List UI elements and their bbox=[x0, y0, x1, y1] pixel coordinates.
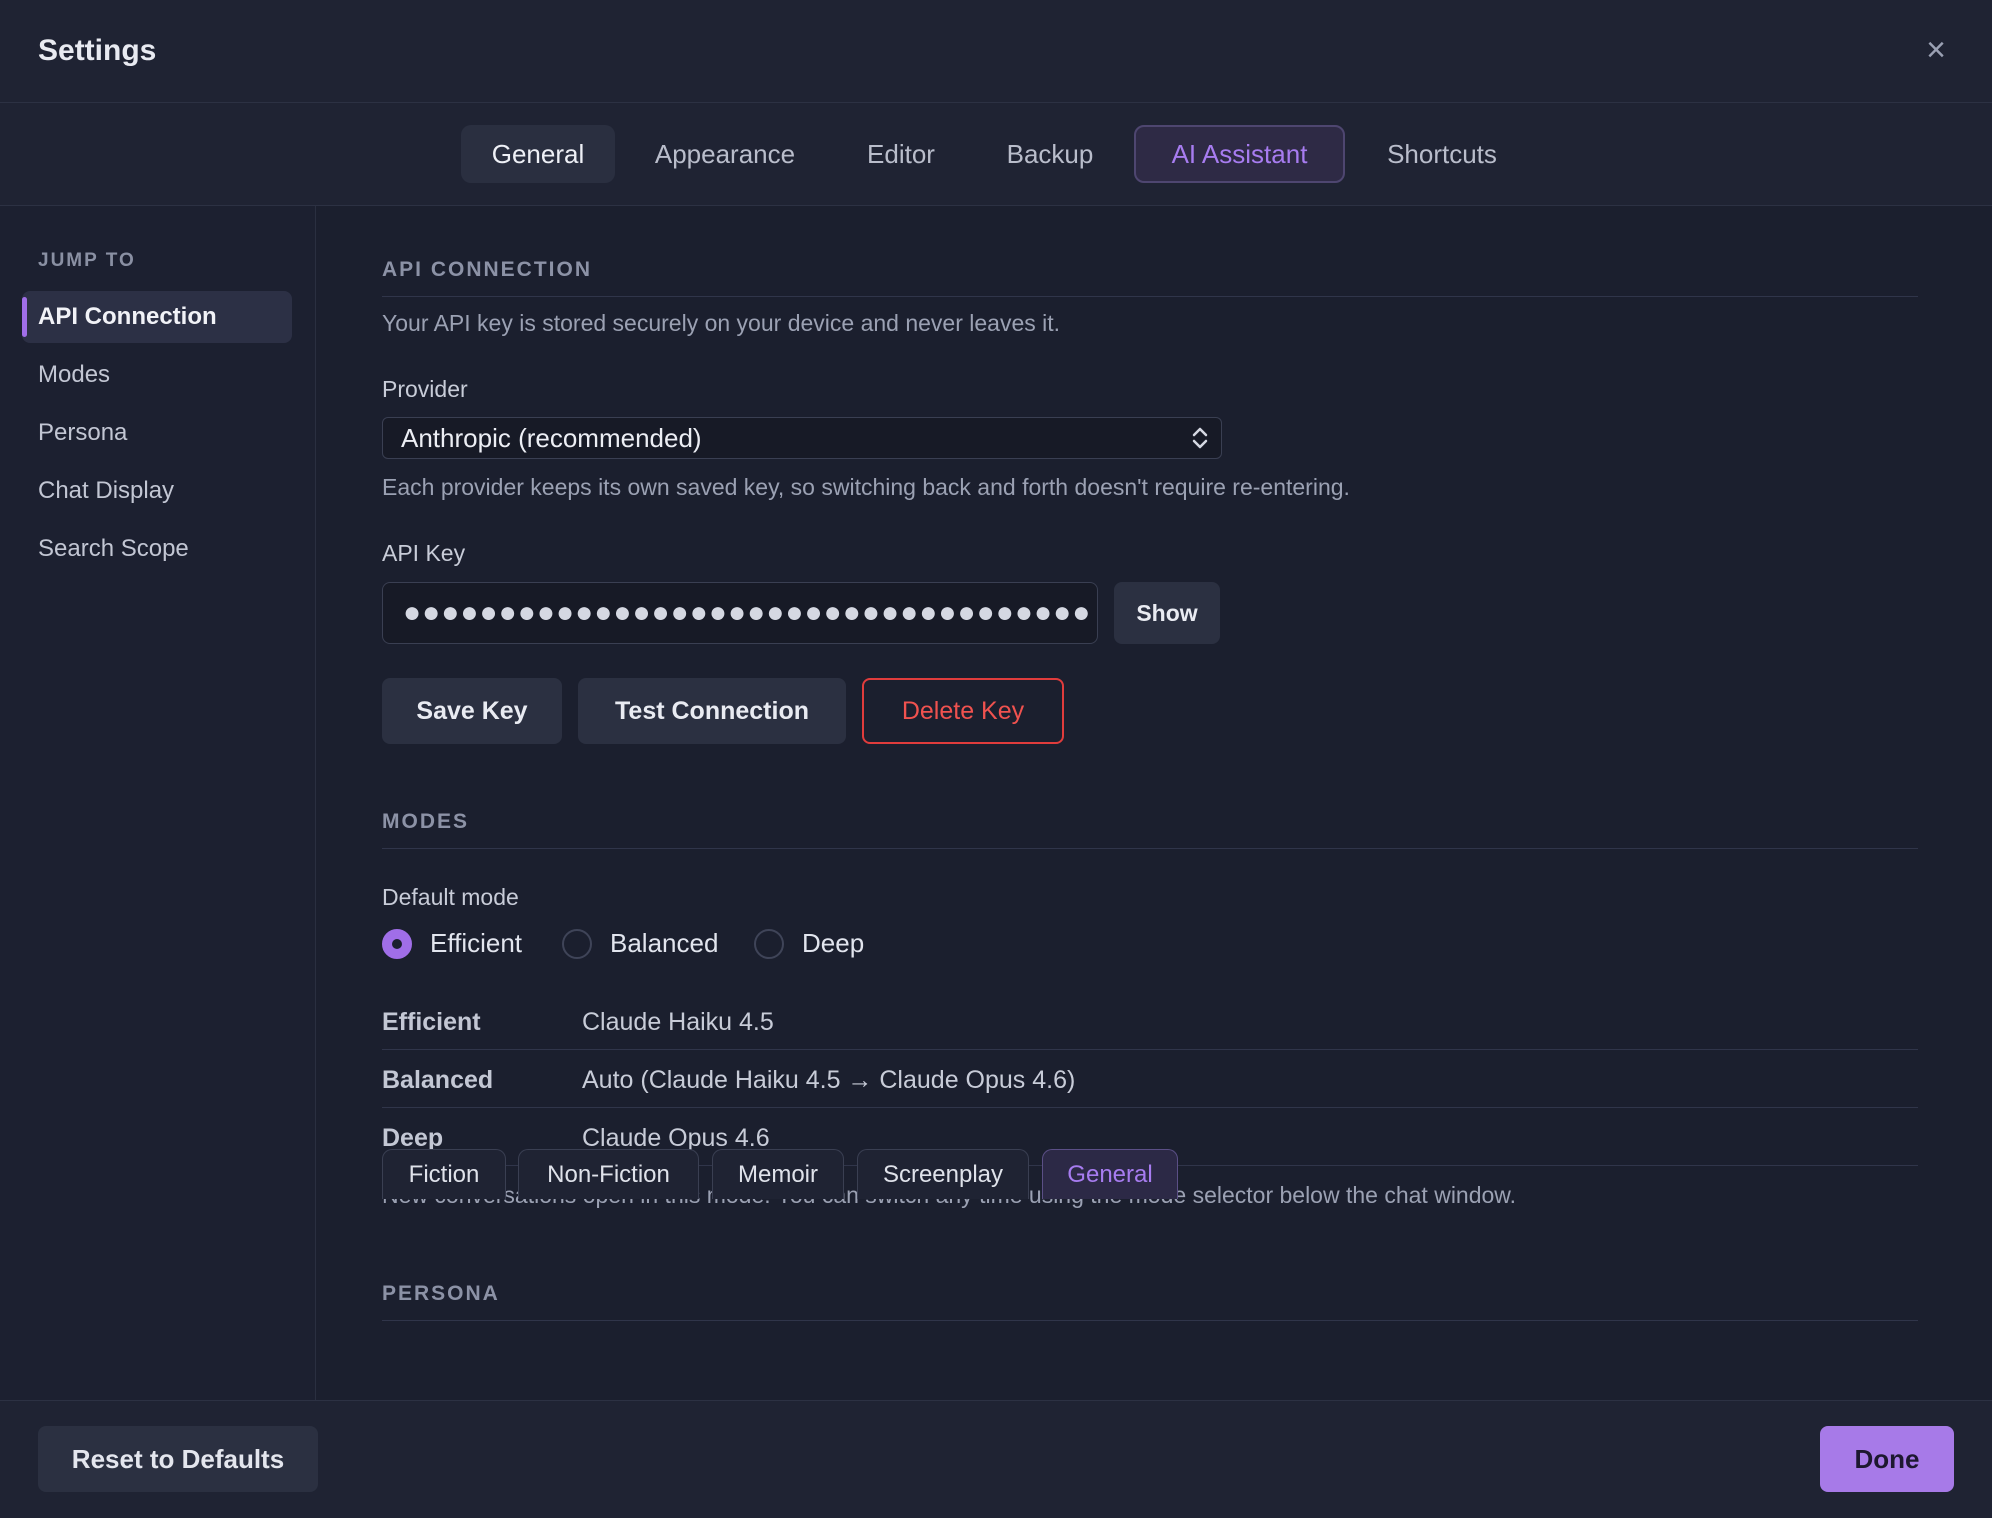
window-title: Settings bbox=[38, 34, 157, 67]
default-mode-label: Default mode bbox=[382, 884, 519, 910]
sidebar-item-api-connection[interactable]: API Connection bbox=[22, 291, 292, 343]
sidebar-heading: JUMP TO bbox=[38, 250, 136, 271]
mode-name: Efficient bbox=[382, 1008, 481, 1036]
sidebar-item-modes[interactable]: Modes bbox=[22, 349, 292, 401]
sidebar-item-search-scope[interactable]: Search Scope bbox=[22, 523, 292, 575]
tab-ai-assistant[interactable]: AI Assistant bbox=[1134, 125, 1345, 183]
updown-chevron-icon bbox=[1192, 427, 1208, 449]
api-connection-heading: API CONNECTION bbox=[382, 258, 1918, 297]
persona-tab-non-fiction[interactable]: Non-Fiction bbox=[518, 1149, 699, 1199]
persona-tab-general[interactable]: General bbox=[1042, 1149, 1178, 1199]
radio-unselected-icon bbox=[562, 928, 592, 959]
close-icon[interactable]: × bbox=[1916, 30, 1956, 70]
mode-name: Balanced bbox=[382, 1066, 494, 1094]
settings-content: API CONNECTION Your API key is stored se… bbox=[382, 206, 1918, 1400]
table-row: Efficient Claude Haiku 4.5 bbox=[382, 992, 1918, 1050]
sidebar-item-chat-display[interactable]: Chat Display bbox=[22, 465, 292, 517]
test-connection-button[interactable]: Test Connection bbox=[578, 678, 846, 744]
reset-to-defaults-button[interactable]: Reset to Defaults bbox=[38, 1426, 318, 1492]
mode-model: Auto (Claude Haiku 4.5 → Claude Opus 4.6… bbox=[582, 1066, 1076, 1094]
mode-model: Claude Haiku 4.5 bbox=[582, 1008, 774, 1036]
radio-unselected-icon bbox=[754, 928, 784, 959]
mode-radio-balanced[interactable]: Balanced bbox=[562, 928, 718, 959]
provider-value: Anthropic (recommended) bbox=[401, 422, 702, 453]
api-description: Your API key is stored securely on your … bbox=[382, 310, 1061, 336]
mode-radio-efficient[interactable]: Efficient bbox=[382, 928, 522, 959]
persona-tab-memoir[interactable]: Memoir bbox=[712, 1149, 844, 1199]
mode-radio-deep[interactable]: Deep bbox=[754, 928, 864, 959]
save-key-button[interactable]: Save Key bbox=[382, 678, 562, 744]
radio-selected-icon bbox=[382, 928, 412, 959]
api-key-label: API Key bbox=[382, 540, 466, 566]
tab-shortcuts[interactable]: Shortcuts bbox=[1370, 125, 1514, 183]
show-key-button[interactable]: Show bbox=[1114, 582, 1220, 644]
persona-tab-fiction[interactable]: Fiction bbox=[382, 1149, 506, 1199]
provider-select[interactable]: Anthropic (recommended) bbox=[382, 417, 1222, 459]
tab-bar: General Appearance Editor Backup AI Assi… bbox=[0, 103, 1992, 206]
mode-radio-label: Balanced bbox=[610, 928, 719, 958]
tab-backup[interactable]: Backup bbox=[990, 125, 1110, 183]
api-key-input[interactable]: ●●●●●●●●●●●●●●●●●●●●●●●●●●●●●●●●●●●● bbox=[382, 582, 1098, 644]
table-row: Balanced Auto (Claude Haiku 4.5 → Claude… bbox=[382, 1050, 1918, 1108]
settings-header: Settings × bbox=[0, 0, 1992, 103]
tab-general[interactable]: General bbox=[461, 125, 615, 183]
tab-appearance[interactable]: Appearance bbox=[640, 125, 810, 183]
provider-label: Provider bbox=[382, 376, 468, 402]
mode-radio-label: Efficient bbox=[430, 928, 523, 958]
persona-heading: PERSONA bbox=[382, 1282, 1918, 1321]
sidebar-item-persona[interactable]: Persona bbox=[22, 407, 292, 459]
delete-key-button[interactable]: Delete Key bbox=[862, 678, 1064, 744]
mode-radio-label: Deep bbox=[802, 928, 865, 958]
provider-hint: Each provider keeps its own saved key, s… bbox=[382, 474, 1350, 500]
persona-tab-screenplay[interactable]: Screenplay bbox=[857, 1149, 1029, 1199]
done-button[interactable]: Done bbox=[1820, 1426, 1954, 1492]
tab-editor[interactable]: Editor bbox=[846, 125, 956, 183]
jump-to-sidebar: JUMP TO API Connection Modes Persona Cha… bbox=[0, 206, 316, 1400]
modes-heading: MODES bbox=[382, 810, 1918, 849]
settings-footer: Reset to Defaults Done bbox=[0, 1400, 1992, 1518]
